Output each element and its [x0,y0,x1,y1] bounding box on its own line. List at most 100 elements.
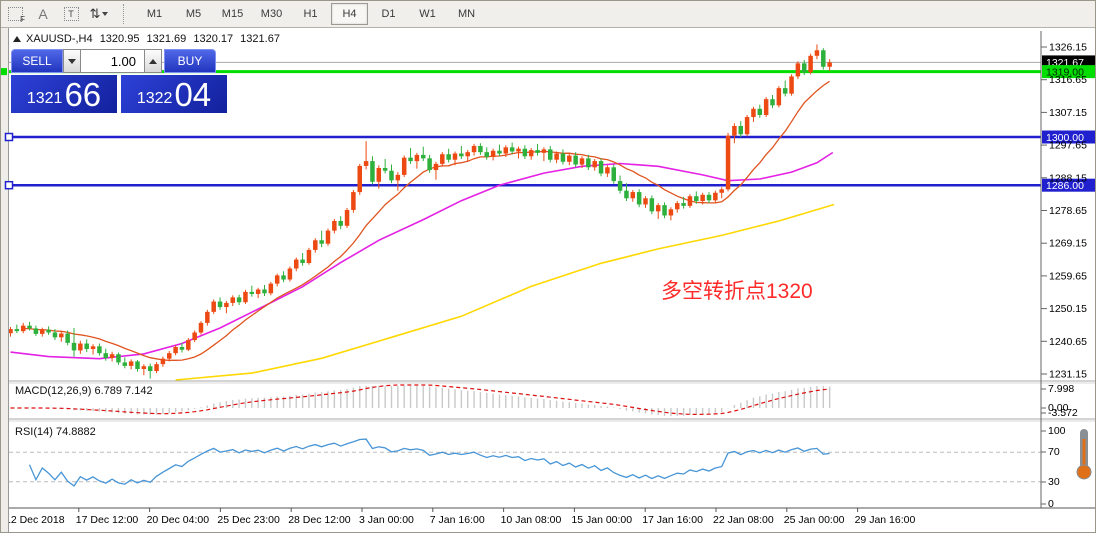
timeframe-bar: M1 M5 M15 M30 H1 H4 D1 W1 MN [135,3,486,25]
candle-body [427,158,432,171]
timeframe-button-M30[interactable]: M30 [253,3,290,25]
volume-field[interactable]: 1.00 [81,49,144,73]
candle-body [230,297,235,303]
timeframe-button-D1[interactable]: D1 [370,3,407,25]
candle-body [516,148,521,152]
candle-body [421,154,426,159]
arrows-icon[interactable]: ⇅ [87,4,111,25]
arrows-glyph: ⇅ [89,6,101,21]
dropdown-arrow-icon[interactable] [102,12,109,16]
candle-body [567,155,572,162]
candle-body [700,194,705,202]
collapse-arrow-icon[interactable] [13,36,21,42]
candle-body [630,192,636,199]
left-border-strip [1,28,8,532]
candle-body [313,240,318,250]
candle-body [776,88,782,106]
level-handle[interactable] [4,132,14,142]
timeframe-button-H4[interactable]: H4 [331,3,368,25]
candle-body [719,189,724,193]
thermometer-icon[interactable] [1075,427,1093,481]
ask-fraction: 04 [174,76,212,113]
rsi-axis-label: 100 [1048,425,1066,437]
candle-body [205,311,210,323]
candle-body [186,340,191,350]
candle-body [478,145,483,153]
candle-body [52,332,58,338]
time-tick-label: 22 Jan 08:00 [713,514,774,526]
candle-body [408,157,413,162]
ohlc-open: 1320.95 [99,33,140,45]
candle-body [592,161,597,168]
candle-body [624,190,629,199]
candle-body [814,50,820,56]
candle-body [389,170,394,181]
candle-body [300,259,305,263]
bid-quote-box[interactable]: 1321 66 [11,75,117,113]
candle-body [122,362,128,366]
ask-integer: 1322 [136,90,173,107]
candle-body [541,149,547,153]
candle-body [611,167,616,182]
volume-decrease-button[interactable] [63,49,81,73]
time-tick-label: 17 Dec 12:00 [76,514,139,526]
bid-fraction: 66 [64,76,102,113]
ask-quote-box[interactable]: 1322 04 [121,75,227,113]
timeframe-button-H1[interactable]: H1 [292,3,329,25]
candle-body [84,343,89,350]
bid-integer: 1321 [26,90,63,107]
price-tick-label: 1250.15 [1049,303,1087,315]
level-left-handle[interactable] [1,68,7,76]
candle-body [192,332,197,341]
timeframe-button-M1[interactable]: M1 [136,3,173,25]
candle-body [97,346,102,354]
text-box-icon[interactable]: T [59,4,83,25]
timeframe-button-MN[interactable]: MN [448,3,485,25]
price-tick-label: 1307.15 [1049,107,1087,119]
timeframe-button-M15[interactable]: M15 [214,3,251,25]
candle-body [706,194,712,201]
annotation-text: 多空转折点1320 [661,280,813,303]
candle-body [249,291,255,294]
macd-axis-label: 7.998 [1048,383,1074,395]
ohlc-close: 1321.67 [240,33,280,45]
buy-button[interactable]: BUY [164,49,216,73]
candle-body [27,325,32,329]
candle-body [274,275,280,284]
candle-body [332,220,337,231]
time-tick-label: 7 Jan 16:00 [430,514,485,526]
grid-f-icon[interactable]: F [3,4,27,25]
price-tick-label: 1297.65 [1049,140,1087,152]
candle-body [586,158,591,168]
candle-body [782,88,788,94]
ohlc-high: 1321.69 [146,33,187,45]
candle-body [789,76,794,94]
candle-body [59,333,64,338]
rsi-axis-label: 30 [1048,476,1060,488]
timeframe-button-M5[interactable]: M5 [175,3,212,25]
sell-button[interactable]: SELL [11,49,63,73]
candle-body [636,192,642,205]
level-handle[interactable] [4,180,14,190]
ohlc-low: 1320.17 [193,33,234,45]
candle-body [103,353,108,358]
candle-body [655,205,661,212]
candle-body [40,329,45,334]
candle-body [732,125,737,136]
timeframe-button-W1[interactable]: W1 [409,3,446,25]
time-tick-label: 15 Jan 00:00 [571,514,632,526]
candle-body [694,196,699,202]
candle-body [509,147,515,152]
candle-body [821,50,826,67]
time-tick-label: 20 Dec 04:00 [147,514,210,526]
candle-body [173,346,178,354]
volume-increase-button[interactable] [144,49,162,73]
candle-body [370,161,375,182]
candle-body [382,167,388,171]
letter-a-icon[interactable]: A [31,4,55,25]
candle-body [687,196,693,206]
candle-body [344,209,350,226]
candle-body [497,150,502,154]
macd-label: MACD(12,26,9) 6.789 7.142 [15,385,153,397]
candle-body [414,154,420,162]
